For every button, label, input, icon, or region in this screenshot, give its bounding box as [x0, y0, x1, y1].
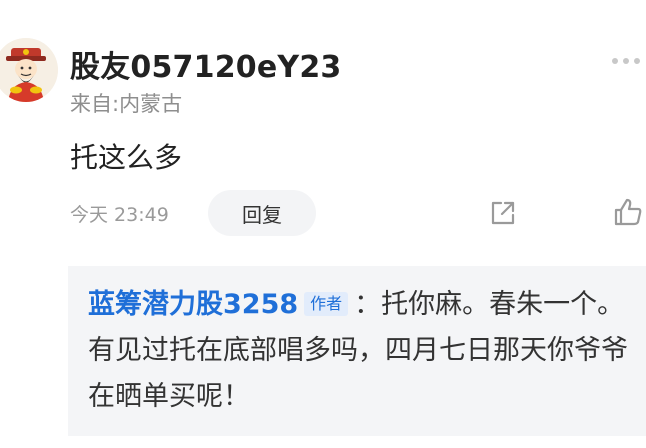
more-dot [623, 58, 629, 64]
comment-timestamp: 今天 23:49 [70, 204, 169, 226]
reply-button[interactable]: 回复 [208, 190, 316, 236]
god-of-wealth-avatar-icon [0, 38, 58, 102]
author-badge: 作者 [304, 292, 349, 316]
share-icon[interactable] [488, 198, 518, 228]
more-dot [634, 58, 640, 64]
more-dot [612, 58, 618, 64]
comment-username[interactable]: 股友057120eY23 [70, 42, 341, 86]
quoted-reply-username[interactable]: 蓝筹潜力股3258 [88, 289, 298, 320]
comment-text: 托这么多 [70, 141, 183, 174]
quoted-reply-box[interactable]: 蓝筹潜力股3258 作者 ：托你麻。春朱一个。有见过托在底部唱多吗，四月七日那天你爷… [68, 266, 646, 436]
thumbs-up-icon[interactable] [612, 196, 644, 228]
more-dots-icon[interactable] [612, 56, 646, 66]
quoted-reply-content: 蓝筹潜力股3258 作者 ：托你麻。春朱一个。有见过托在底部唱多吗，四月七日那天你爷… [88, 282, 644, 420]
comment-location: 来自:内蒙古 [70, 92, 183, 116]
avatar[interactable] [0, 38, 58, 102]
